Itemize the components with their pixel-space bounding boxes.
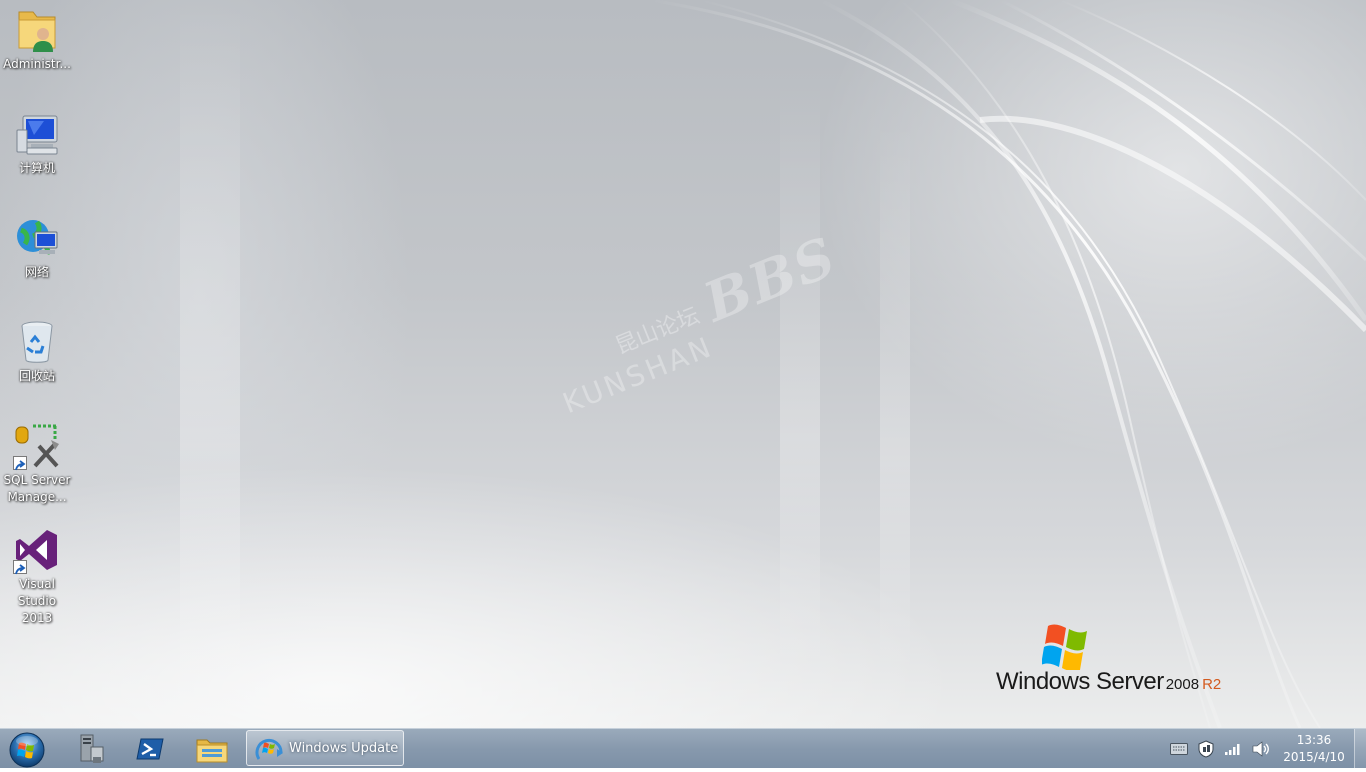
server-manager-icon [80, 734, 104, 763]
recycle-bin-icon [13, 318, 61, 366]
desktop-icon-label: 计算机 [18, 161, 55, 175]
action-center-icon[interactable] [1195, 739, 1217, 759]
keyboard-icon[interactable] [1168, 739, 1190, 759]
desktop-icon-label: SQL Server Manage... [0, 472, 74, 506]
windows-server-branding: Windows Server 2008 R2 [996, 622, 1236, 702]
desktop-icon-administrator[interactable]: Administr... [0, 0, 74, 73]
desktop-icon-label-line1: SQL Server [3, 473, 71, 487]
start-button[interactable] [6, 730, 48, 768]
taskbar-powershell[interactable] [122, 731, 178, 766]
volume-icon[interactable] [1249, 739, 1271, 759]
desktop-icon-label-line2: Manage... [7, 490, 67, 504]
desktop-icon-label-line2: Studio 2013 [17, 594, 57, 625]
taskbar-server-manager[interactable] [62, 731, 118, 766]
desktop-icon-visual-studio[interactable]: Visual Studio 2013 [0, 520, 74, 627]
shortcut-arrow-icon [13, 560, 27, 575]
windows-flag-logo-icon [1042, 624, 1087, 670]
visual-studio-icon [13, 526, 61, 575]
brand-main-text: Windows Server [996, 668, 1164, 695]
desktop-icon-label: 网络 [24, 265, 49, 279]
brand-edition-text: R2 [1202, 676, 1222, 693]
network-signal-icon[interactable] [1222, 739, 1244, 759]
powershell-icon [136, 738, 164, 759]
desktop-icon-label-line1: Visual [19, 577, 55, 591]
network-icon [13, 214, 61, 262]
desktop-icon-label: 回收站 [18, 369, 55, 383]
desktop-icon-label: Visual Studio 2013 [0, 576, 74, 627]
taskbar-windows-explorer[interactable] [184, 731, 240, 766]
show-desktop-button[interactable] [1354, 729, 1366, 769]
sql-server-management-icon [13, 422, 61, 471]
desktop-icon-computer[interactable]: 计算机 [0, 104, 74, 177]
desktop-icon-network[interactable]: 网络 [0, 208, 74, 281]
taskbar-task-windows-update[interactable]: Windows Update [246, 730, 404, 766]
taskbar: Windows Update 13:36 2015/4/10 [0, 728, 1366, 769]
shortcut-arrow-icon [13, 456, 27, 471]
desktop-icon-label: Administr... [3, 57, 71, 71]
system-tray [1168, 729, 1276, 769]
taskbar-task-label: Windows Update [289, 740, 399, 756]
clock-time: 13:36 [1296, 733, 1332, 747]
desktop-icon-recycle-bin[interactable]: 回收站 [0, 312, 74, 385]
desktop-icon-sql-server[interactable]: SQL Server Manage... [0, 416, 74, 506]
windows-explorer-icon [196, 739, 228, 762]
desktop[interactable]: BBS 昆山论坛 KUNSHAN Administr... 计算机 网络 回收站… [0, 0, 1366, 728]
computer-icon [13, 110, 61, 158]
windows-update-icon [255, 733, 285, 763]
clock-date: 2015/4/10 [1283, 750, 1345, 764]
brand-year-text: 2008 [1165, 676, 1200, 693]
user-folder-icon [13, 6, 61, 54]
windows-start-orb-icon [9, 732, 45, 768]
windows-server-wordmark: Windows Server 2008 R2 [996, 668, 1221, 696]
taskbar-clock[interactable]: 13:36 2015/4/10 [1276, 732, 1352, 766]
